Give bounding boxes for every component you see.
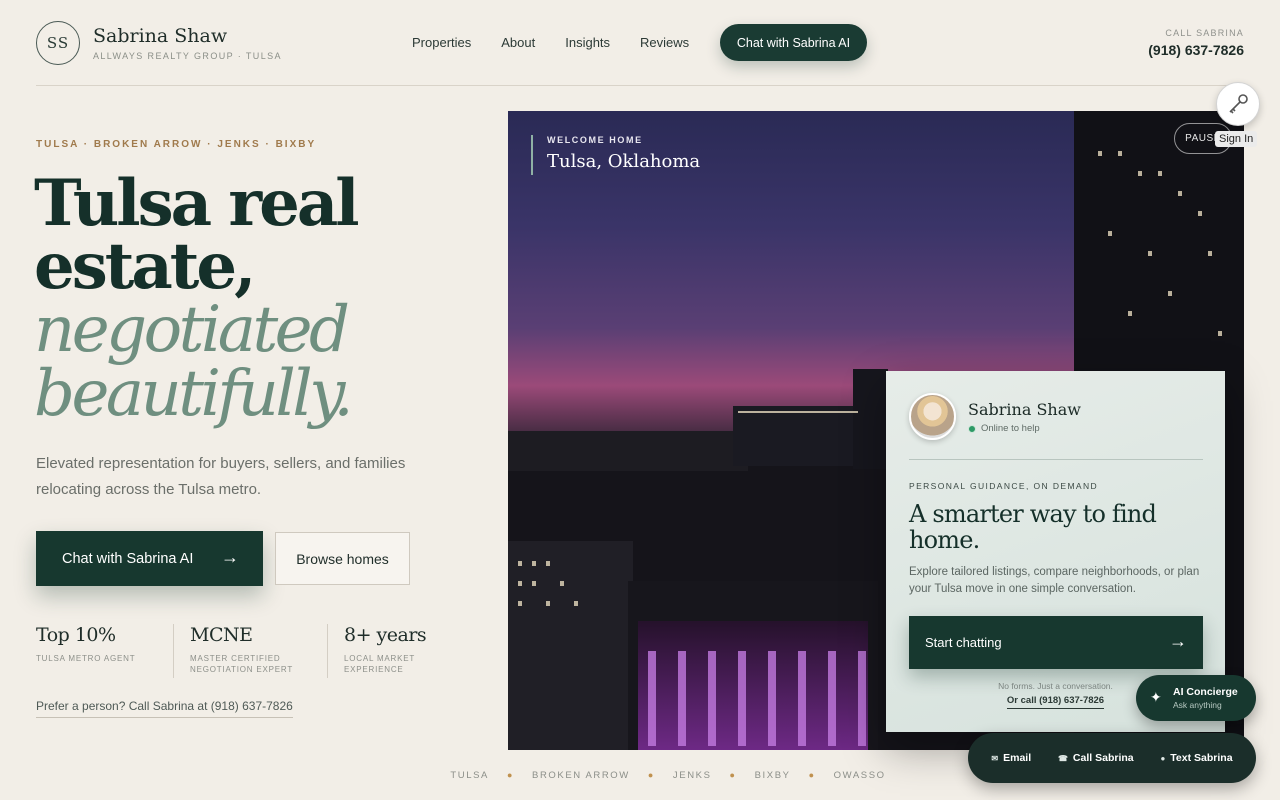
nav-insights[interactable]: Insights (565, 35, 610, 50)
text-label: Text Sabrina (1170, 752, 1233, 764)
cities-strip: TULSA ● BROKEN ARROW ● JENKS ● BIXBY ● O… (0, 770, 1256, 781)
sparkle-icon: ✦ (1150, 689, 1162, 705)
nav-reviews[interactable]: Reviews (640, 35, 689, 50)
welcome-caption: WELCOME HOME Tulsa, Oklahoma (531, 135, 700, 175)
city-item: BIXBY (754, 770, 791, 781)
chat-with-sabrina-button[interactable]: Chat with Sabrina AI → (36, 531, 263, 586)
logo-monogram[interactable]: SS (36, 21, 80, 65)
separator-dot-icon: ● (506, 770, 515, 780)
separator-dot-icon: ● (808, 770, 816, 780)
message-icon: ● (1160, 754, 1166, 763)
city-item: TULSA (450, 770, 489, 781)
hero-lede: Elevated representation for buyers, sell… (36, 455, 406, 498)
stat-value: Top 10% (36, 624, 116, 646)
call-sabrina-button[interactable]: ☎ Call Sabrina (1058, 752, 1134, 764)
card-title: A smarter way to find home. (909, 500, 1157, 554)
stat-item: 8+ years LOCAL MARKET EXPERIENCE (344, 624, 454, 678)
email-button[interactable]: ✉ Email (991, 752, 1031, 764)
stat-item: MCNE MASTER CERTIFIED NEGOTIATION EXPERT (190, 624, 328, 678)
agent-status: Online to help (968, 423, 1040, 434)
separator-dot-icon: ● (647, 770, 655, 780)
hero-headline: Tulsa real estate, negotiated beautifull… (34, 172, 474, 427)
stat-label: MASTER CERTIFIED NEGOTIATION EXPERT (190, 654, 294, 674)
stat-label: LOCAL MARKET EXPERIENCE (344, 654, 415, 674)
brand-name[interactable]: Sabrina Shaw (93, 25, 227, 47)
sign-in-tooltip: Sign In (1215, 131, 1258, 147)
email-label: Email (1003, 752, 1032, 764)
stat-item: Top 10% TULSA METRO AGENT (36, 624, 174, 678)
browse-homes-button[interactable]: Browse homes (275, 532, 410, 585)
city-item: BROKEN ARROW (532, 770, 630, 781)
call-sabrina-link[interactable]: Prefer a person? Call Sabrina at (918) 6… (36, 699, 293, 718)
stat-value: 8+ years (344, 624, 427, 646)
city-item: OWASSO (833, 770, 886, 781)
agent-name: Sabrina Shaw (968, 400, 1081, 419)
stat-label: TULSA METRO AGENT (36, 654, 136, 663)
sign-in-button[interactable] (1216, 82, 1260, 126)
welcome-eyebrow: WELCOME HOME (547, 135, 643, 145)
brand-subtitle: ALLWAYS REALTY GROUP · TULSA (93, 51, 282, 61)
agent-status-text: Online to help (981, 423, 1040, 434)
stat-value: MCNE (190, 624, 253, 646)
arrow-right-icon: → (221, 547, 239, 567)
stats-row: Top 10% TULSA METRO AGENT MCNE MASTER CE… (36, 624, 470, 678)
card-eyebrow: PERSONAL GUIDANCE, ON DEMAND (909, 481, 1099, 491)
nav-chat-button[interactable]: Chat with Sabrina AI (720, 24, 867, 61)
call-phone-link[interactable]: (918) 637-7826 (1148, 42, 1244, 58)
hero-eyebrow: TULSA · BROKEN ARROW · JENKS · BIXBY (36, 139, 317, 150)
card-divider (909, 459, 1203, 460)
text-sabrina-button[interactable]: ● Text Sabrina (1160, 752, 1232, 764)
welcome-city: Tulsa, Oklahoma (547, 151, 701, 172)
agent-avatar (909, 393, 956, 440)
concierge-title: AI Concierge (1173, 686, 1238, 698)
mail-icon: ✉ (991, 754, 999, 763)
ai-concierge-button[interactable]: ✦ AI Concierge Ask anything (1136, 675, 1256, 721)
arrow-right-icon: → (1169, 631, 1187, 651)
main-nav: Properties About Insights Reviews (412, 35, 689, 50)
key-icon (1229, 94, 1248, 114)
phone-icon: ☎ (1057, 754, 1068, 763)
card-body: Explore tailored listings, compare neigh… (909, 566, 1200, 595)
headline-accent-1: negotiated (34, 293, 350, 367)
separator-dot-icon: ● (729, 770, 737, 780)
concierge-subtitle: Ask anything (1173, 700, 1222, 710)
site-header: SS Sabrina Shaw ALLWAYS REALTY GROUP · T… (36, 20, 1244, 86)
headline-accent-2: beautifully. (34, 357, 354, 431)
online-status-icon (968, 424, 976, 433)
card-call-link[interactable]: Or call (918) 637-7826 (1006, 695, 1105, 709)
call-label: CALL SABRINA (1165, 28, 1244, 38)
nav-about[interactable]: About (501, 35, 535, 50)
call-label-text: Call Sabrina (1072, 752, 1134, 764)
nav-properties[interactable]: Properties (412, 35, 471, 50)
city-item: JENKS (672, 770, 712, 781)
start-chatting-label: Start chatting (925, 635, 1002, 650)
start-chatting-button[interactable]: Start chatting → (909, 616, 1203, 669)
chat-button-label: Chat with Sabrina AI (62, 550, 194, 567)
